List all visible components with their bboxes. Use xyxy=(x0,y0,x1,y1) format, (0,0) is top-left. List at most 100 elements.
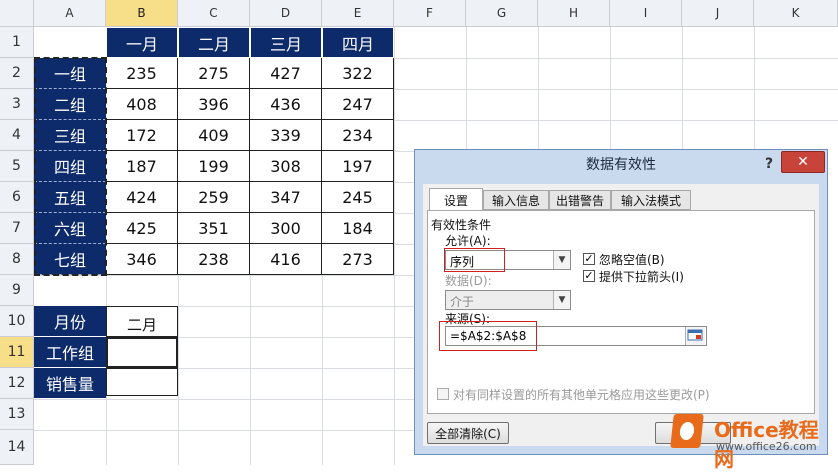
row-header-6[interactable]: 6 xyxy=(0,182,34,213)
value-cell[interactable]: 396 xyxy=(178,89,250,120)
value-cell[interactable]: 425 xyxy=(106,213,178,244)
tab-error-alert[interactable]: 出错警告 xyxy=(549,190,611,210)
work-group-cell[interactable] xyxy=(106,337,178,368)
col-header-K[interactable]: K xyxy=(754,0,838,27)
group-cell[interactable]: 一组 xyxy=(34,58,106,89)
value-cell[interactable]: 184 xyxy=(322,213,394,244)
col-header-I[interactable]: I xyxy=(610,0,682,27)
sales-value-cell[interactable] xyxy=(106,368,178,396)
group-cell[interactable]: 七组 xyxy=(34,244,106,275)
data-label: 数据(D): xyxy=(445,274,492,288)
gridlines xyxy=(34,399,414,400)
value-cell[interactable]: 273 xyxy=(322,244,394,275)
value-cell[interactable]: 322 xyxy=(322,58,394,89)
col-header-H[interactable]: H xyxy=(538,0,610,27)
data-select[interactable]: 介于 ▼ xyxy=(445,290,571,310)
value-cell[interactable]: 235 xyxy=(106,58,178,89)
apply-all-checkbox[interactable] xyxy=(437,388,449,400)
label-work-group[interactable]: 工作组 xyxy=(34,337,106,368)
close-button[interactable]: ✕ xyxy=(781,151,825,173)
dropdown-checkbox[interactable]: ✓ xyxy=(583,270,595,282)
value-cell[interactable]: 187 xyxy=(106,151,178,182)
row-header-8[interactable]: 8 xyxy=(0,244,34,275)
source-label: 来源(S): xyxy=(445,312,491,326)
label-month[interactable]: 月份 xyxy=(34,306,106,337)
ignore-blank-label[interactable]: 忽略空值(B) xyxy=(599,251,665,268)
value-cell[interactable]: 300 xyxy=(250,213,322,244)
row-header-3[interactable]: 3 xyxy=(0,89,34,120)
allow-select[interactable]: 序列 ▼ xyxy=(445,250,571,270)
chevron-down-icon[interactable]: ▼ xyxy=(553,291,570,309)
col-header-F[interactable]: F xyxy=(394,0,466,27)
month-value-cell[interactable]: 二月 xyxy=(106,306,178,337)
watermark-url: www.office26.com xyxy=(716,440,817,453)
col-header-C[interactable]: C xyxy=(178,0,250,27)
row-header-5[interactable]: 5 xyxy=(0,151,34,182)
row-header-10[interactable]: 10 xyxy=(0,306,34,337)
chevron-down-icon[interactable]: ▼ xyxy=(553,251,570,269)
value-cell[interactable]: 197 xyxy=(322,151,394,182)
col-header-D[interactable]: D xyxy=(250,0,322,27)
value-cell[interactable]: 245 xyxy=(322,182,394,213)
value-cell[interactable]: 436 xyxy=(250,89,322,120)
group-cell[interactable]: 五组 xyxy=(34,182,106,213)
gridlines xyxy=(34,275,414,276)
value-cell[interactable]: 247 xyxy=(322,89,394,120)
value-cell[interactable]: 409 xyxy=(178,120,250,151)
value-cell[interactable]: 275 xyxy=(178,58,250,89)
value-cell[interactable]: 199 xyxy=(178,151,250,182)
tab-ime-mode[interactable]: 输入法模式 xyxy=(611,190,691,210)
value-cell[interactable]: 408 xyxy=(106,89,178,120)
ignore-blank-checkbox[interactable]: ✓ xyxy=(583,253,595,265)
row-header-1[interactable]: 1 xyxy=(0,27,34,58)
collapse-dialog-icon[interactable] xyxy=(685,327,705,345)
row-header-14[interactable]: 14 xyxy=(0,430,34,465)
group-cell[interactable]: 三组 xyxy=(34,120,106,151)
value-cell[interactable]: 172 xyxy=(106,120,178,151)
col-header-A[interactable]: A xyxy=(34,0,106,27)
help-icon[interactable]: ? xyxy=(759,154,779,174)
col-header-J[interactable]: J xyxy=(682,0,754,27)
dropdown-label[interactable]: 提供下拉箭头(I) xyxy=(599,268,684,285)
tab-input-message[interactable]: 输入信息 xyxy=(483,190,549,210)
row-header-7[interactable]: 7 xyxy=(0,213,34,244)
value-cell[interactable]: 427 xyxy=(250,58,322,89)
month-header-jan[interactable]: 一月 xyxy=(106,27,178,58)
watermark: Office教程网 www.office26.com xyxy=(660,408,838,471)
month-header-feb[interactable]: 二月 xyxy=(178,27,250,58)
tab-settings[interactable]: 设置 xyxy=(429,188,483,211)
col-header-E[interactable]: E xyxy=(322,0,394,27)
month-header-mar[interactable]: 三月 xyxy=(250,27,322,58)
label-sales[interactable]: 销售量 xyxy=(34,368,106,399)
value-cell[interactable]: 339 xyxy=(250,120,322,151)
row-header-2[interactable]: 2 xyxy=(0,58,34,89)
value-cell[interactable]: 259 xyxy=(178,182,250,213)
gridlines xyxy=(538,27,539,149)
select-all-corner[interactable] xyxy=(0,0,34,27)
group-cell[interactable]: 二组 xyxy=(34,89,106,120)
allow-label: 允许(A): xyxy=(445,234,491,248)
clear-all-button[interactable]: 全部清除(C) xyxy=(427,422,509,444)
value-cell[interactable]: 238 xyxy=(178,244,250,275)
row-header-9[interactable]: 9 xyxy=(0,275,34,306)
row-header-4[interactable]: 4 xyxy=(0,120,34,151)
value-cell[interactable]: 346 xyxy=(106,244,178,275)
apply-all-label[interactable]: 对有同样设置的所有其他单元格应用这些更改(P) xyxy=(453,386,710,403)
row-header-11[interactable]: 11 xyxy=(0,337,34,368)
col-header-B[interactable]: B xyxy=(106,0,178,27)
value-cell[interactable]: 234 xyxy=(322,120,394,151)
value-cell[interactable]: 424 xyxy=(106,182,178,213)
group-cell[interactable]: 六组 xyxy=(34,213,106,244)
data-select-value: 介于 xyxy=(450,295,475,309)
value-cell[interactable]: 416 xyxy=(250,244,322,275)
group-cell[interactable]: 四组 xyxy=(34,151,106,182)
value-cell[interactable]: 347 xyxy=(250,182,322,213)
month-header-apr[interactable]: 四月 xyxy=(322,27,394,58)
gridlines xyxy=(682,27,683,149)
col-header-G[interactable]: G xyxy=(466,0,538,27)
source-input[interactable]: =$A$2:$A$8 xyxy=(445,326,707,346)
row-header-13[interactable]: 13 xyxy=(0,399,34,430)
value-cell[interactable]: 308 xyxy=(250,151,322,182)
row-header-12[interactable]: 12 xyxy=(0,368,34,399)
value-cell[interactable]: 351 xyxy=(178,213,250,244)
